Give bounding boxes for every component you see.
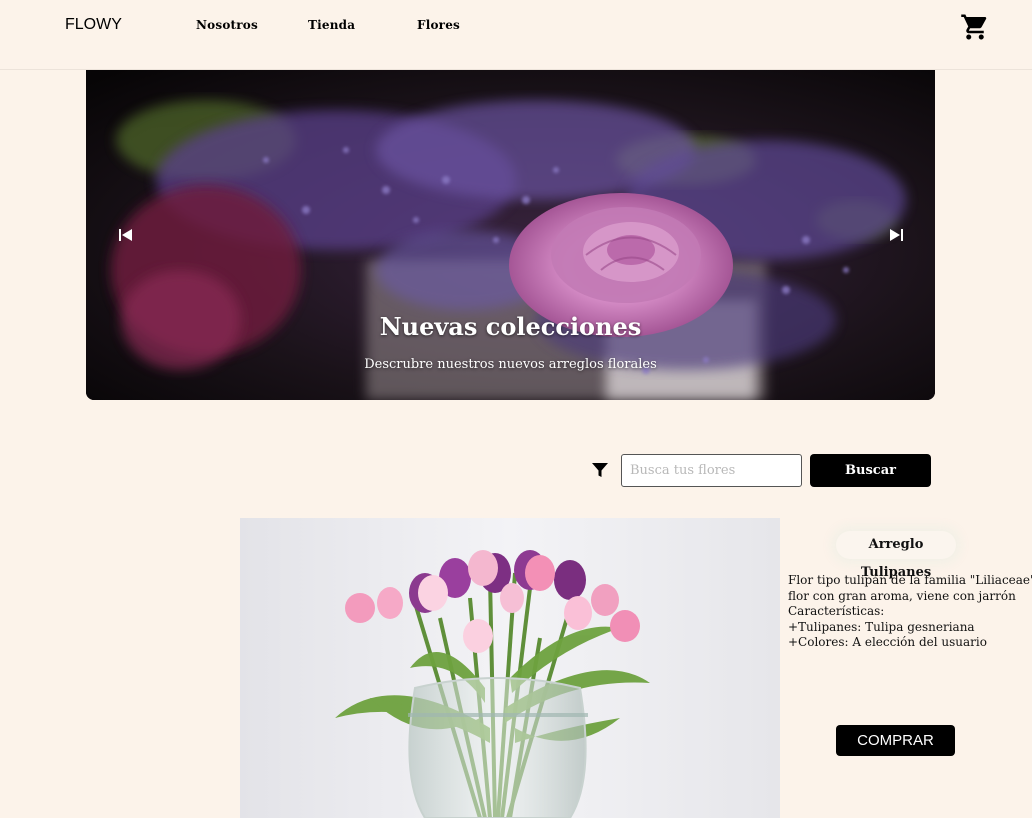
shopping-cart-icon[interactable]: [960, 12, 990, 42]
product-title: Arreglo Tulipanes: [836, 531, 956, 580]
hero-carousel[interactable]: Nuevas colecciones Descrubre nuestros nu…: [86, 70, 935, 400]
search-input[interactable]: [621, 454, 802, 487]
product-description-line: +Colores: A elección del usuario: [788, 635, 987, 649]
nav-link-nosotros[interactable]: Nosotros: [196, 18, 258, 32]
brand-logo[interactable]: FLOWY: [65, 16, 122, 34]
navbar: FLOWY Nosotros Tienda Flores: [0, 0, 1032, 70]
carousel-next-icon[interactable]: [886, 226, 906, 244]
carousel-flower-image: [86, 70, 935, 400]
product-description-line: flor con gran aroma, viene con jarrón: [788, 589, 1016, 603]
nav-link-tienda[interactable]: Tienda: [308, 18, 355, 32]
buy-button[interactable]: COMPRAR: [836, 725, 955, 756]
carousel-title: Nuevas colecciones: [379, 312, 642, 341]
product-description-line: Flor tipo tulipán de la familia "Liliace…: [788, 573, 1032, 587]
product-image: [240, 518, 780, 818]
filter-icon[interactable]: [590, 460, 610, 480]
carousel-subtitle: Descrubre nuestros nuevos arreglos flora…: [364, 357, 657, 372]
nav-link-flores[interactable]: Flores: [417, 18, 460, 32]
carousel-prev-icon[interactable]: [116, 226, 136, 244]
product-description-line: +Tulipanes: Tulipa gesneriana: [788, 620, 975, 634]
search-button[interactable]: Buscar: [810, 454, 931, 487]
product-description-line: Características:: [788, 604, 885, 618]
